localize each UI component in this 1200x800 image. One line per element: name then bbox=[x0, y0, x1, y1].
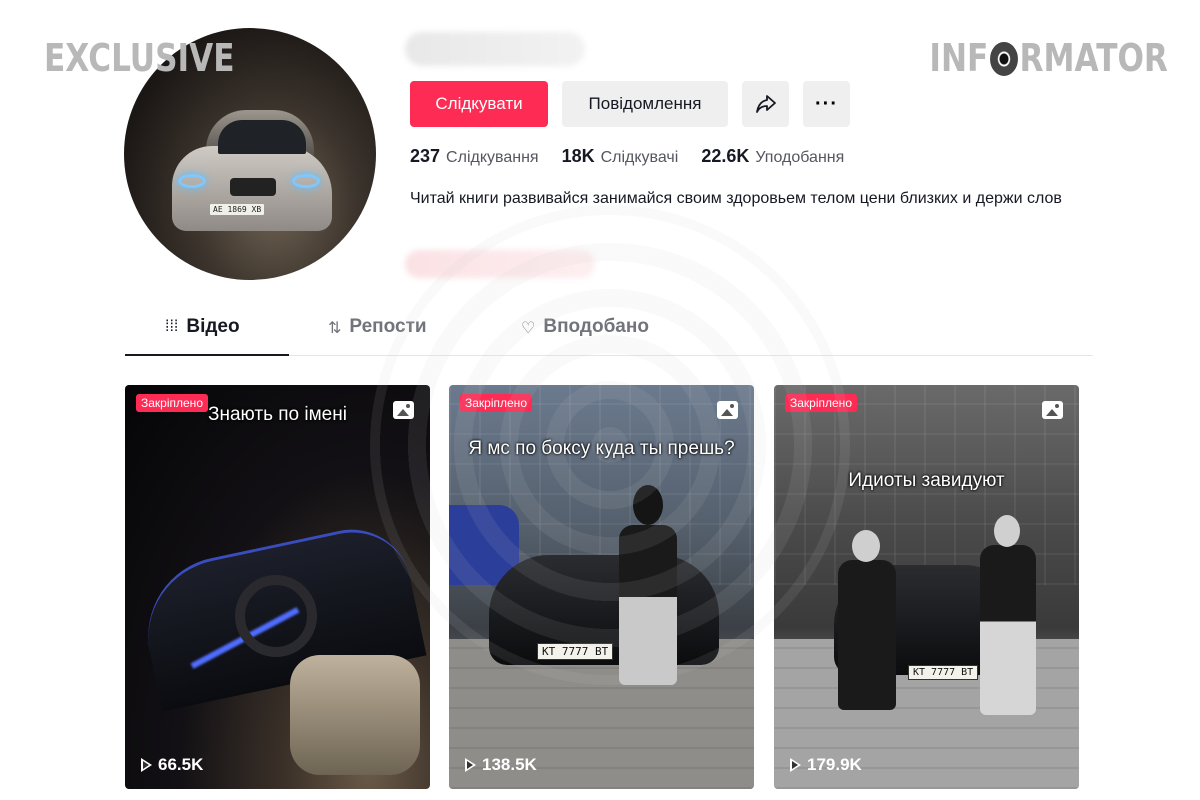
stat-following-value: 237 bbox=[410, 146, 441, 166]
profile-stats: 237 Слідкування 18K Слідкувачі 22.6K Уподоб… bbox=[410, 146, 844, 167]
view-count: 179.9K bbox=[790, 755, 862, 775]
tab-videos-label: Відео bbox=[186, 316, 240, 337]
avatar-car-plate: AE 1869 XB bbox=[210, 204, 265, 215]
stat-following-label: Слідкування bbox=[446, 149, 539, 166]
video-thumb-person-right bbox=[980, 545, 1036, 715]
video-thumb-plate: KT 7777 BT bbox=[537, 643, 614, 660]
video-thumb-plate: KT 7777 BT bbox=[908, 665, 979, 680]
tab-liked[interactable]: ♡ Вподобано bbox=[521, 316, 649, 356]
video-caption: Я мс по боксу куда ты прешь? bbox=[468, 438, 735, 459]
video-card[interactable]: Закріплено Знають по імені 66.5K bbox=[125, 385, 430, 789]
view-count: 66.5K bbox=[141, 755, 203, 775]
share-button[interactable] bbox=[742, 81, 789, 127]
video-card[interactable]: KT 7777 BT Закріплено Я мс по боксу куда… bbox=[449, 385, 754, 789]
watermark-exclusive: EXCLUSIVE bbox=[44, 36, 235, 80]
stat-likes-value: 22.6K bbox=[701, 146, 750, 166]
tab-active-underline bbox=[125, 354, 289, 356]
profile-tabs: ⁞⁞⁞ Відео ⇅ Репости ♡ Вподобано bbox=[125, 316, 1093, 356]
video-thumb-steering-wheel bbox=[235, 575, 317, 657]
watermark-informator: INF RMATOR bbox=[929, 36, 1168, 80]
more-button[interactable]: ··· bbox=[803, 81, 850, 127]
pinned-badge: Закріплено bbox=[460, 394, 532, 412]
link-blurred bbox=[405, 250, 595, 278]
grid-icon: ⁞⁞⁞ bbox=[165, 318, 179, 335]
stat-likes: 22.6K Уподобання bbox=[701, 146, 844, 167]
repost-icon: ⇅ bbox=[328, 320, 342, 337]
play-icon bbox=[790, 758, 801, 772]
photo-icon bbox=[1042, 401, 1063, 419]
view-count-value: 66.5K bbox=[158, 755, 204, 774]
follow-button[interactable]: Слідкувати bbox=[410, 81, 548, 127]
avatar-car-headlight-left bbox=[178, 174, 206, 188]
pinned-badge: Закріплено bbox=[785, 394, 857, 412]
watermark-text-a: INF bbox=[929, 36, 989, 80]
view-count-value: 138.5K bbox=[482, 755, 537, 774]
video-caption: Идиоты завидуют bbox=[848, 470, 1005, 491]
video-thumb-person-head bbox=[633, 485, 663, 525]
play-icon bbox=[465, 758, 476, 772]
video-thumb-person-left bbox=[838, 560, 896, 710]
view-count: 138.5K bbox=[465, 755, 537, 775]
photo-icon bbox=[717, 401, 738, 419]
message-button[interactable]: Повідомлення bbox=[562, 81, 728, 127]
share-icon bbox=[755, 95, 776, 113]
stat-followers[interactable]: 18K Слідкувачі bbox=[562, 146, 679, 167]
tab-videos[interactable]: ⁞⁞⁞ Відео bbox=[165, 316, 240, 356]
username-blurred bbox=[405, 32, 585, 66]
stat-followers-label: Слідкувачі bbox=[600, 149, 679, 166]
pinned-badge: Закріплено bbox=[136, 394, 208, 412]
avatar-car-window bbox=[218, 120, 306, 154]
photo-icon bbox=[393, 401, 414, 419]
video-thumb-person bbox=[619, 525, 677, 685]
video-thumb-person-right-head bbox=[994, 515, 1020, 547]
video-thumb-person-left-head bbox=[852, 530, 880, 562]
avatar-car-headlight-right bbox=[292, 174, 320, 188]
stat-likes-label: Уподобання bbox=[755, 149, 845, 166]
avatar-car-grille bbox=[230, 178, 276, 196]
profile-bio: Читай книги развивайся занимайся своим з… bbox=[410, 190, 1062, 207]
stat-following[interactable]: 237 Слідкування bbox=[410, 146, 539, 167]
play-icon bbox=[141, 758, 152, 772]
video-card[interactable]: KT 7777 BT Закріплено Идиоты завидуют 17… bbox=[774, 385, 1079, 789]
watermark-text-b: RMATOR bbox=[1019, 36, 1168, 80]
tab-reposts-label: Репости bbox=[349, 316, 427, 337]
video-thumb-seat bbox=[290, 655, 420, 775]
view-count-value: 179.9K bbox=[807, 755, 862, 774]
eye-icon bbox=[990, 42, 1018, 76]
heart-icon: ♡ bbox=[521, 320, 536, 337]
tab-reposts[interactable]: ⇅ Репости bbox=[328, 316, 427, 356]
tab-liked-label: Вподобано bbox=[543, 316, 649, 337]
stat-followers-value: 18K bbox=[561, 146, 595, 166]
